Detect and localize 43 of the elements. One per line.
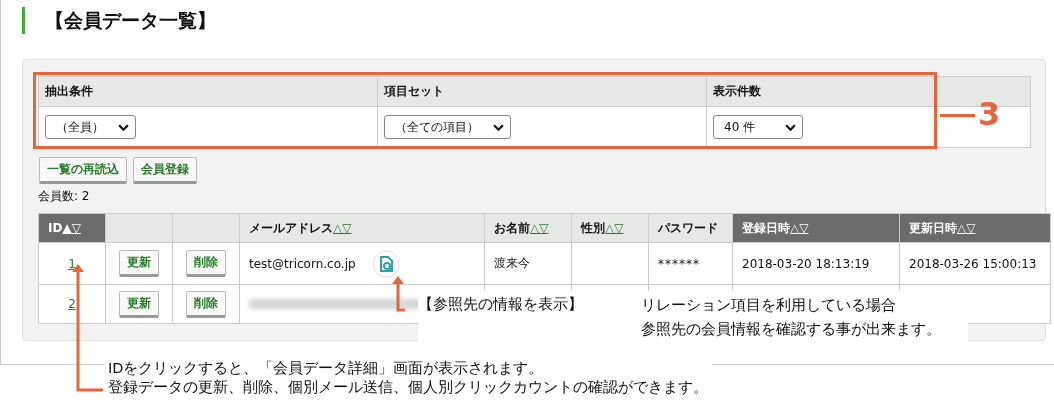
title-accent-bar	[22, 7, 25, 34]
registered-date: 2018-03-20 18:13:19	[742, 256, 870, 271]
id-link[interactable]: 2	[68, 297, 76, 311]
column-label: 登録日時	[742, 220, 790, 235]
column-label: パスワード	[658, 220, 718, 235]
filter-dropdown[interactable]: （全員）	[45, 115, 136, 139]
callout-label: 【参照先の情報を表示】	[418, 295, 583, 315]
sort-link[interactable]: △▽	[605, 220, 624, 235]
update-button[interactable]: 更新	[119, 250, 159, 277]
sort-link[interactable]: △▽	[790, 220, 809, 235]
chevron-down-icon	[785, 123, 796, 131]
action-button[interactable]: 一覧の再読込	[39, 157, 127, 184]
delete-button[interactable]: 削除	[186, 250, 226, 277]
chevron-down-icon	[493, 123, 504, 131]
sort-link[interactable]: △▽	[530, 220, 549, 235]
name-text: 渡来今	[494, 256, 530, 270]
column-label: お名前	[494, 220, 530, 235]
column-label: ID	[48, 221, 63, 235]
sort-link[interactable]: ▲▽	[62, 221, 81, 235]
filter-label: 項目セット	[377, 76, 707, 107]
column-label: 性別	[581, 220, 605, 235]
leader-line	[940, 114, 975, 117]
password-text: ******	[658, 256, 700, 271]
reference-search-icon[interactable]	[371, 249, 400, 278]
callout-note: IDをクリックすると、「会員データ詳細」画面が表示されます。 登録データの更新、削除、個別メール送信、個人別クリックカウントの確認ができます。	[104, 359, 712, 397]
chevron-down-icon	[118, 123, 129, 131]
delete-button[interactable]: 削除	[186, 290, 226, 318]
update-button[interactable]: 更新	[119, 290, 159, 318]
sort-link[interactable]: △▽	[333, 220, 352, 235]
page-title: 【会員データ一覧】	[45, 7, 216, 33]
arrow	[392, 276, 405, 312]
sort-link[interactable]: △▽	[957, 220, 976, 235]
action-button[interactable]: 会員登録	[133, 157, 197, 184]
filter-dropdown[interactable]: （全ての項目）	[384, 115, 511, 139]
filter-dropdown[interactable]: 40 件	[713, 115, 803, 139]
column-label: 更新日時	[909, 220, 957, 235]
filter-label: 抽出条件	[38, 76, 378, 107]
member-count: 会員数: 2	[38, 188, 91, 205]
updated-date: 2018-03-26 15:00:13	[909, 256, 1037, 271]
callout-note: リレーション項目を利用している場合 参照先の会員情報を確認する事が出来ます。	[641, 295, 941, 340]
id-link[interactable]: 1	[68, 256, 76, 271]
column-label: メールアドレス	[249, 220, 333, 235]
email-text: test@tricorn.co.jp	[249, 256, 356, 271]
